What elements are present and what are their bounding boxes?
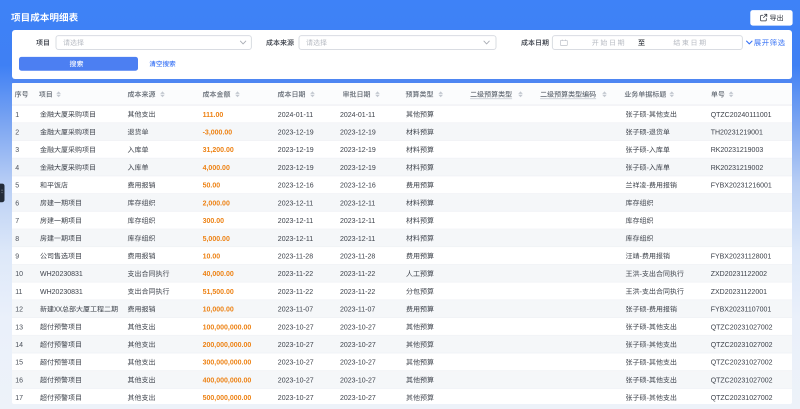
svg-text:100,000,000.00: 100,000,000.00	[203, 324, 252, 331]
svg-text:8: 8	[15, 236, 19, 243]
svg-text:200,000,000.00: 200,000,000.00	[203, 342, 252, 349]
svg-text:51,500.00: 51,500.00	[203, 289, 234, 296]
svg-text:2023-12-11: 2023-12-11	[278, 218, 313, 225]
svg-text:TH20231219001: TH20231219001	[711, 129, 763, 136]
svg-text:RK20231219003: RK20231219003	[711, 147, 764, 154]
svg-text:QTZC20231027002: QTZC20231027002	[711, 324, 773, 331]
svg-text:RK20231219002: RK20231219002	[711, 165, 764, 172]
svg-text:4,000.00: 4,000.00	[203, 165, 230, 172]
svg-text:5,000.00: 5,000.00	[203, 236, 230, 243]
svg-text:2023-12-19: 2023-12-19	[278, 165, 314, 172]
svg-text:QTZC20231027002: QTZC20231027002	[711, 377, 773, 384]
svg-text:2023-10-27: 2023-10-27	[340, 395, 376, 402]
svg-text:2023-11-22: 2023-11-22	[340, 271, 375, 278]
svg-text:14: 14	[15, 342, 23, 349]
svg-text:50.00: 50.00	[203, 183, 221, 190]
svg-text:2023-11-07: 2023-11-07	[278, 307, 313, 314]
svg-text:2023-11-22: 2023-11-22	[340, 289, 375, 296]
svg-text:40,000.00: 40,000.00	[203, 271, 234, 278]
svg-text:2023-12-19: 2023-12-19	[340, 165, 376, 172]
svg-text:ZXD20231122001: ZXD20231122001	[711, 289, 767, 296]
svg-text:FYBX20231107001: FYBX20231107001	[711, 307, 772, 314]
svg-text:11: 11	[15, 289, 22, 296]
svg-text:31,200.00: 31,200.00	[203, 147, 234, 154]
svg-text:10,000.00: 10,000.00	[203, 307, 234, 314]
svg-text:WH20230831: WH20230831	[40, 289, 83, 296]
svg-text:2023-12-19: 2023-12-19	[278, 129, 314, 136]
svg-text:2: 2	[15, 129, 19, 136]
svg-text:10.00: 10.00	[203, 253, 221, 260]
svg-text:QTZC20231027002: QTZC20231027002	[711, 360, 773, 367]
svg-text:2023-10-27: 2023-10-27	[278, 342, 314, 349]
svg-text:2023-10-27: 2023-10-27	[278, 360, 314, 367]
svg-text:2023-12-11: 2023-12-11	[278, 236, 313, 243]
svg-text:10: 10	[15, 271, 23, 278]
svg-text:2023-11-28: 2023-11-28	[340, 253, 375, 260]
svg-text:2023-10-27: 2023-10-27	[278, 395, 314, 402]
svg-text:2023-10-27: 2023-10-27	[340, 324, 376, 331]
svg-text:12: 12	[15, 307, 23, 314]
svg-text:9: 9	[15, 253, 19, 260]
svg-text:2023-12-19: 2023-12-19	[340, 147, 376, 154]
svg-text:FYBX20231128001: FYBX20231128001	[711, 253, 772, 260]
svg-text:WH20230831: WH20230831	[40, 271, 83, 278]
svg-text:-3,000.00: -3,000.00	[203, 129, 233, 136]
svg-text:400,000,000.00: 400,000,000.00	[203, 377, 252, 384]
svg-text:QTZC20231027002: QTZC20231027002	[711, 342, 773, 349]
svg-text:2023-12-19: 2023-12-19	[278, 147, 314, 154]
svg-text:300.00: 300.00	[203, 218, 225, 225]
svg-text:111.00: 111.00	[203, 112, 224, 119]
svg-text:2023-12-16: 2023-12-16	[278, 183, 314, 190]
svg-text:17: 17	[15, 395, 23, 402]
svg-text:7: 7	[15, 218, 19, 225]
svg-text:ZXD20231122002: ZXD20231122002	[711, 271, 767, 278]
svg-text:2023-11-22: 2023-11-22	[278, 271, 313, 278]
svg-text:2023-12-11: 2023-12-11	[340, 200, 375, 207]
svg-text:15: 15	[15, 360, 23, 367]
svg-text:2023-12-11: 2023-12-11	[340, 218, 375, 225]
svg-text:2023-11-07: 2023-11-07	[340, 307, 375, 314]
svg-text:5: 5	[15, 183, 19, 190]
svg-text:13: 13	[15, 324, 23, 331]
svg-text:2023-12-11: 2023-12-11	[340, 236, 375, 243]
svg-text:2023-10-27: 2023-10-27	[278, 377, 314, 384]
svg-text:6: 6	[15, 200, 19, 207]
svg-text:2024-01-11: 2024-01-11	[278, 112, 313, 119]
svg-text:16: 16	[15, 377, 23, 384]
svg-text:2023-12-11: 2023-12-11	[278, 200, 313, 207]
svg-text:2024-01-11: 2024-01-11	[340, 112, 375, 119]
svg-text:QTZC20231027002: QTZC20231027002	[711, 395, 773, 402]
svg-text:1: 1	[15, 112, 19, 119]
svg-text:2023-10-27: 2023-10-27	[340, 360, 376, 367]
svg-text:2,000.00: 2,000.00	[203, 200, 230, 207]
svg-text:4: 4	[15, 165, 19, 172]
svg-text:2023-12-19: 2023-12-19	[340, 129, 376, 136]
svg-text:2023-10-27: 2023-10-27	[278, 324, 314, 331]
svg-text:500,000,000.00: 500,000,000.00	[203, 395, 252, 402]
svg-text:2023-12-16: 2023-12-16	[340, 183, 376, 190]
svg-text:2023-10-27: 2023-10-27	[340, 342, 376, 349]
svg-text:3: 3	[15, 147, 19, 154]
svg-text:2023-10-27: 2023-10-27	[340, 377, 376, 384]
svg-text:QTZC20240111001: QTZC20240111001	[711, 112, 772, 119]
svg-text:2023-11-22: 2023-11-22	[278, 289, 313, 296]
svg-text:300,000,000.00: 300,000,000.00	[203, 360, 252, 367]
svg-text:2023-11-28: 2023-11-28	[278, 253, 313, 260]
svg-text:FYBX20231216001: FYBX20231216001	[711, 183, 772, 190]
